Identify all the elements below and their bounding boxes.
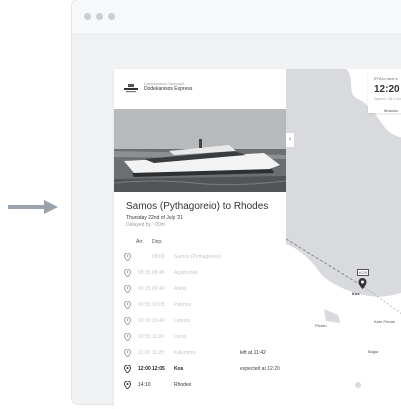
location-pin-icon: [124, 285, 131, 293]
stop-name: Rhodes: [174, 382, 192, 388]
departure-time: 11:25: [152, 350, 165, 356]
map-label-mosclia: Mosclia: [384, 108, 398, 113]
arrival-time: 11:20: [138, 350, 151, 356]
arrival-time: 10:55: [138, 334, 151, 340]
map-label-bagia: Bagia: [368, 349, 379, 354]
ferry-info-panel: Dodekanisos Seaways Dodekanisos Express …: [114, 69, 286, 409]
eta-label: ETA to next s: [374, 76, 398, 81]
location-pin-icon: [124, 333, 131, 341]
map-canvas: [286, 69, 401, 409]
stop-name: Samos (Pythagoreio): [174, 254, 221, 260]
departure-time: 09:40: [152, 286, 165, 292]
stop-note: left at 11:42: [240, 350, 266, 356]
operator-header: Dodekanisos Seaways Dodekanisos Express: [124, 81, 192, 94]
list-item[interactable]: 11:20 11:25 Kalymnos left at 11:42: [114, 349, 286, 359]
arrival-time: 10:30: [138, 318, 151, 324]
arrival-time: 09:55: [138, 302, 151, 308]
arrow-right-icon: [8, 200, 58, 214]
departure-header: Dep.: [152, 239, 163, 245]
location-pin-icon: [124, 301, 131, 309]
location-pin-icon: [124, 349, 131, 357]
stop-name: Agathonisi: [174, 270, 198, 276]
departure-time: 08:45: [152, 270, 165, 276]
route-title: Samos (Pythagoreio) to Rhodes: [126, 201, 269, 212]
stop-name: Leros: [174, 334, 187, 340]
stop-name: Kos: [174, 366, 184, 372]
delay-status: Delayed by ~20m: [126, 222, 166, 228]
arrival-time: 09:25: [138, 286, 151, 292]
route-date: Thursday 22nd of July '21: [126, 215, 184, 221]
ferry-photo: [114, 109, 286, 192]
map-label-kos: Kos: [352, 291, 360, 296]
collapse-panel-button[interactable]: ‹: [286, 133, 294, 147]
location-pin-icon: [124, 381, 131, 389]
arrival-time: 12:00: [138, 366, 151, 372]
list-item[interactable]: 10:30 10:40 Leipsoi: [114, 317, 286, 327]
window-control-dot[interactable]: [108, 13, 115, 20]
route-map[interactable]: ‹ ETA to next s 12:20 Speed: 28.3 kn Mos…: [286, 69, 401, 409]
stop-name: Kalymnos: [174, 350, 196, 356]
arrival-time: 08:35: [138, 270, 151, 276]
eta-card: ETA to next s 12:20 Speed: 28.3 kn: [368, 73, 401, 113]
list-item[interactable]: 08:35 08:45 Agathonisi: [114, 269, 286, 279]
departure-time: 12:05: [152, 366, 165, 372]
map-label-plaran: Plaran: [315, 323, 327, 328]
window-titlebar: [72, 0, 401, 35]
departure-time: 10:05: [152, 302, 165, 308]
arrival-header: Arr.: [136, 239, 144, 245]
location-pin-icon: [124, 317, 131, 325]
window-control-dot[interactable]: [96, 13, 103, 20]
map-label-kato-prinari: Kato Prinari: [374, 319, 395, 324]
departure-time: 11:00: [152, 334, 165, 340]
list-item[interactable]: 09:55 10:05 Patmos: [114, 301, 286, 311]
port-tag-kos: KOS: [357, 269, 370, 276]
departure-time: 10:40: [152, 318, 165, 324]
operator-logo-icon: [124, 84, 138, 93]
location-pin-icon: [124, 365, 131, 373]
ferry-location-pin-icon[interactable]: [358, 278, 367, 289]
list-item[interactable]: 10:55 11:00 Leros: [114, 333, 286, 343]
stop-note: expected at 12:20: [240, 366, 280, 372]
window-control-dot[interactable]: [84, 13, 91, 20]
stop-name: Patmos: [174, 302, 191, 308]
location-pin-icon: [124, 253, 131, 261]
list-item[interactable]: 09:25 09:40 Arkioi: [114, 285, 286, 295]
arrival-time: 14:10: [138, 382, 151, 388]
list-item[interactable]: 14:10 Rhodes: [114, 381, 286, 391]
eta-speed: Speed: 28.3 kn: [374, 96, 401, 101]
list-item[interactable]: 08:00 Samos (Pythagoreio): [114, 253, 286, 263]
operator-vessel: Dodekanisos Express: [144, 86, 193, 92]
stop-name: Leipsoi: [174, 318, 190, 324]
departure-time: 08:00: [152, 254, 165, 260]
eta-time: 12:20: [374, 84, 400, 95]
list-item[interactable]: 12:00 12:05 Kos expected at 12:20: [114, 365, 286, 375]
location-pin-icon: [124, 269, 131, 277]
stop-name: Arkioi: [174, 286, 187, 292]
